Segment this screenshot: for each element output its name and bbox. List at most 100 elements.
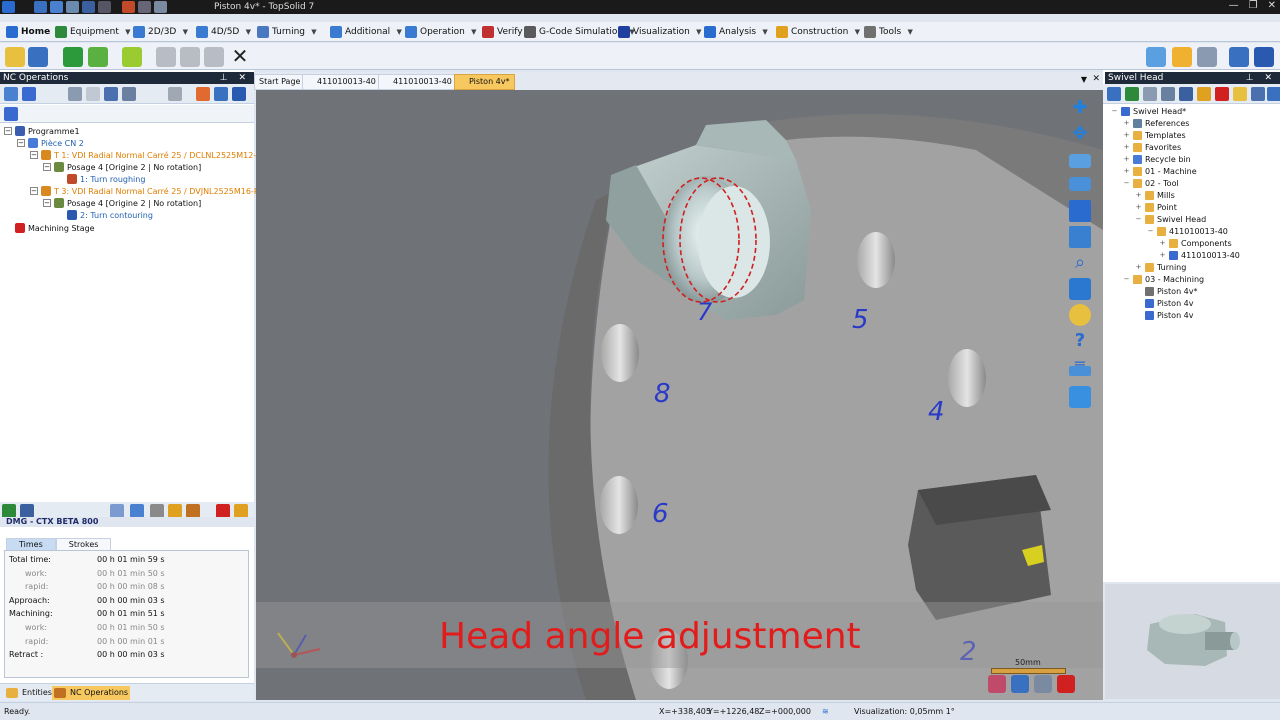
project-tree-node[interactable]: + References bbox=[1123, 117, 1189, 129]
tab-piston[interactable]: Piston 4v* bbox=[454, 74, 515, 90]
reload-icon[interactable] bbox=[168, 87, 182, 101]
tab-list-icon[interactable]: ▼ bbox=[1081, 75, 1087, 84]
update-icon[interactable] bbox=[122, 47, 142, 67]
expand-toggle-icon[interactable]: + bbox=[1159, 251, 1166, 259]
expand-toggle-icon[interactable]: − bbox=[1147, 227, 1154, 235]
new-document-icon[interactable] bbox=[5, 47, 25, 67]
tab-additional[interactable]: Additional ▼ bbox=[326, 23, 408, 41]
project-tree-node[interactable]: + Components bbox=[1159, 237, 1232, 249]
project-tree-node[interactable]: + Point bbox=[1135, 201, 1177, 213]
settings-icon[interactable] bbox=[232, 87, 246, 101]
expand-toggle-icon[interactable]: + bbox=[1135, 191, 1142, 199]
pan-icon[interactable]: ✥ bbox=[1069, 123, 1091, 145]
clipping-icon[interactable] bbox=[1057, 675, 1075, 693]
tree-node[interactable]: − Posage 4 [Origine 2 | No rotation] bbox=[43, 161, 201, 173]
tool-icon[interactable] bbox=[122, 1, 135, 13]
close-document-icon[interactable]: ✕ bbox=[1092, 74, 1100, 84]
tab-equipment[interactable]: Equipment ▼ bbox=[51, 23, 137, 41]
close-button[interactable]: ✕ bbox=[1268, 0, 1276, 11]
project-tree-node[interactable]: − 02 - Tool bbox=[1123, 177, 1179, 189]
save-icon[interactable] bbox=[34, 1, 47, 13]
structure-icon[interactable] bbox=[1125, 87, 1139, 101]
tree-node[interactable]: − T 1: VDI Radial Normal Carré 25 / DCLNL… bbox=[30, 149, 274, 161]
expand-toggle-icon[interactable]: + bbox=[1123, 167, 1130, 175]
expand-toggle-icon[interactable]: + bbox=[1123, 155, 1130, 163]
app-menu-icon[interactable] bbox=[2, 1, 15, 13]
expand-toggle-icon[interactable]: + bbox=[1123, 131, 1130, 139]
project-menu-icon[interactable] bbox=[1267, 87, 1280, 101]
tab-nc-operations[interactable]: NC Operations bbox=[52, 686, 130, 700]
project-tree-node[interactable]: Piston 4v* bbox=[1135, 285, 1198, 297]
expand-toggle-icon[interactable]: − bbox=[1123, 275, 1130, 283]
expand-toggle-icon[interactable]: − bbox=[17, 139, 25, 147]
panel-pin-close[interactable]: ⊥ ✕ bbox=[220, 72, 250, 84]
sort-icon[interactable] bbox=[22, 87, 36, 101]
machine-sim-icon[interactable] bbox=[130, 504, 144, 518]
expand-toggle-icon[interactable]: + bbox=[1135, 203, 1142, 211]
tab-visualization[interactable]: Visualization ▼ bbox=[614, 23, 708, 41]
view-cube-icon[interactable] bbox=[1069, 278, 1091, 300]
tab-2d-3d[interactable]: 2D/3D ▼ bbox=[129, 23, 194, 41]
export-icon[interactable] bbox=[88, 47, 108, 67]
tab-analysis[interactable]: Analysis ▼ bbox=[700, 23, 774, 41]
tool-path-icon[interactable] bbox=[168, 504, 182, 518]
expand-toggle-icon[interactable]: − bbox=[30, 187, 38, 195]
expand-toggle-icon[interactable]: + bbox=[1123, 119, 1130, 127]
dropdown-arrow-icon[interactable]: ▼ bbox=[905, 28, 915, 36]
warning-icon[interactable] bbox=[1233, 87, 1247, 101]
expand-toggle-icon[interactable]: − bbox=[4, 127, 12, 135]
project-tree-node[interactable]: − Swivel Head bbox=[1135, 213, 1206, 225]
project-tree-node[interactable]: − 411010013-40 bbox=[1147, 225, 1228, 237]
expand-toggle-icon[interactable]: − bbox=[1111, 107, 1118, 115]
expand-toggle-icon[interactable]: − bbox=[30, 151, 38, 159]
project-tree-node[interactable]: Piston 4v bbox=[1135, 309, 1194, 321]
section-icon[interactable] bbox=[1069, 386, 1091, 408]
paste-icon[interactable] bbox=[204, 47, 224, 67]
link-icon[interactable] bbox=[122, 87, 136, 101]
window-zoom-icon[interactable] bbox=[1069, 200, 1091, 222]
filter-icon[interactable] bbox=[4, 87, 18, 101]
expand-toggle-icon[interactable]: + bbox=[1135, 263, 1142, 271]
open-project-icon[interactable] bbox=[28, 47, 48, 67]
properties-icon[interactable] bbox=[1179, 87, 1193, 101]
print-icon[interactable] bbox=[68, 87, 82, 101]
tab-doc-2[interactable]: 411010013-40 bbox=[378, 74, 457, 90]
tree-node[interactable]: − Posage 4 [Origine 2 | No rotation] bbox=[43, 197, 201, 209]
project-tree-node[interactable]: +411010013-40 bbox=[1159, 249, 1240, 261]
projection-icon[interactable] bbox=[1034, 675, 1052, 693]
visualization-icon-status[interactable]: ≋ bbox=[822, 707, 829, 716]
minimize-button[interactable]: — bbox=[1229, 0, 1239, 11]
tab-tools[interactable]: Tools ▼ bbox=[860, 23, 919, 41]
display-style-icon[interactable] bbox=[988, 675, 1006, 693]
config-icon[interactable] bbox=[1197, 47, 1217, 67]
expand-toggle-icon[interactable]: − bbox=[1135, 215, 1142, 223]
document-icon[interactable] bbox=[86, 87, 100, 101]
tab-turning[interactable]: Turning ▼ bbox=[253, 23, 323, 41]
expand-toggle-icon[interactable]: − bbox=[43, 163, 51, 171]
check-icon[interactable] bbox=[186, 504, 200, 518]
cut-icon[interactable] bbox=[156, 47, 176, 67]
copy-icon[interactable] bbox=[66, 1, 79, 13]
tree-node[interactable]: − T 3: VDI Radial Normal Carré 25 / DVJNL… bbox=[30, 185, 272, 197]
dropdown-arrow-icon[interactable]: ▼ bbox=[243, 28, 253, 36]
report-icon[interactable] bbox=[234, 504, 248, 518]
simulate-icon[interactable] bbox=[2, 504, 16, 518]
sort-project-icon[interactable] bbox=[1197, 87, 1211, 101]
expand-icon[interactable] bbox=[214, 87, 228, 101]
expand-toggle-icon[interactable]: − bbox=[43, 199, 51, 207]
import-icon[interactable] bbox=[63, 47, 83, 67]
expand-toggle-icon[interactable]: + bbox=[1159, 239, 1166, 247]
fullscreen-icon[interactable] bbox=[1254, 47, 1274, 67]
project-tree-node[interactable]: Piston 4v bbox=[1135, 297, 1194, 309]
shading-icon[interactable] bbox=[1011, 675, 1029, 693]
refresh-icon[interactable] bbox=[138, 1, 151, 13]
delete-icon[interactable]: ✕ bbox=[230, 46, 250, 67]
tree-node[interactable]: 2: Turn contouring bbox=[56, 209, 153, 221]
zoom-icon[interactable]: ⌕ bbox=[1069, 252, 1091, 274]
steps-icon[interactable] bbox=[20, 504, 34, 518]
layout-icon[interactable] bbox=[1229, 47, 1249, 67]
cut-sim-icon[interactable] bbox=[150, 504, 164, 518]
project-tree-node[interactable]: − 03 - Machining bbox=[1123, 273, 1204, 285]
display-mode-icon[interactable] bbox=[1146, 47, 1166, 67]
project-tree-node[interactable]: + Turning bbox=[1135, 261, 1186, 273]
